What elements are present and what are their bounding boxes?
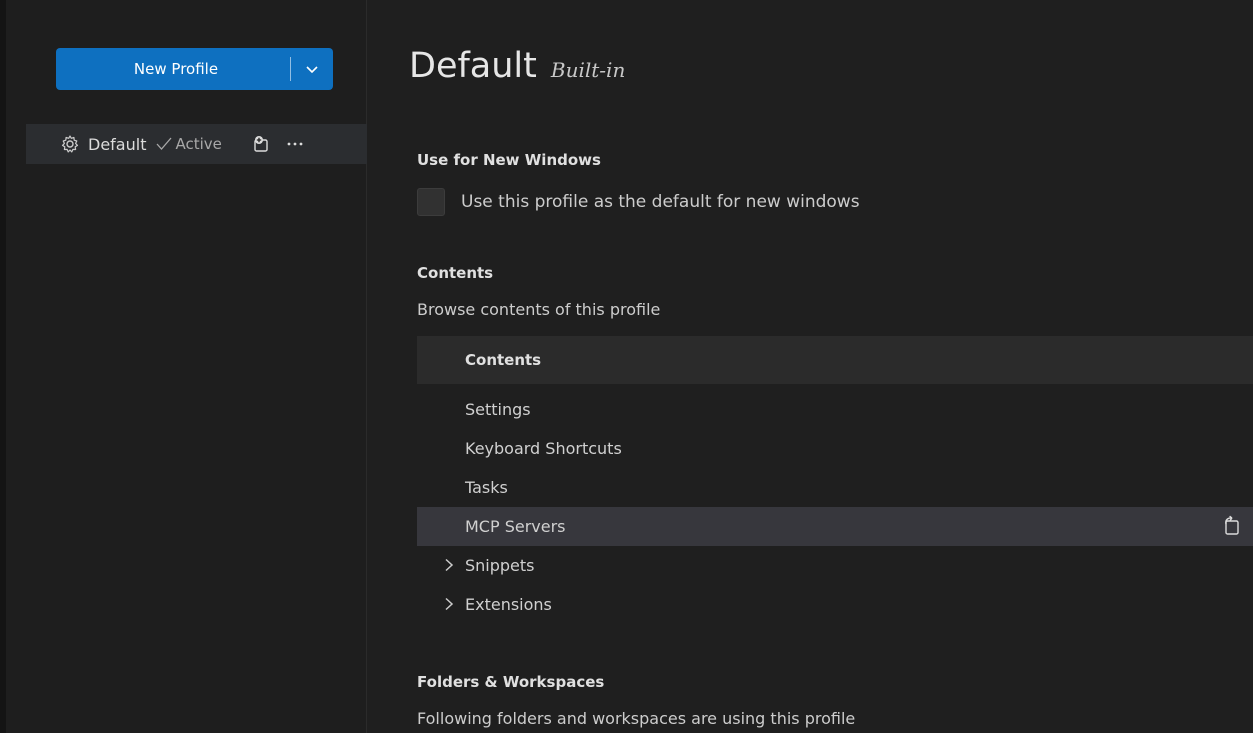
contents-row-extensions[interactable]: Extensions [417, 585, 1253, 624]
new-profile-label: New Profile [133, 60, 219, 78]
new-profile-dropdown[interactable] [291, 48, 333, 90]
profiles-sidebar: New Profile Default Active [6, 0, 367, 733]
ellipsis-icon [287, 142, 303, 146]
chevron-right-icon [445, 558, 454, 572]
folders-description: Following folders and workspaces are usi… [417, 709, 856, 728]
new-windows-heading: Use for New Windows [417, 151, 601, 169]
contents-row-tasks[interactable]: Tasks [417, 468, 1253, 507]
profile-details: Default Built-in Use for New Windows Use… [367, 0, 1253, 733]
more-actions-button[interactable] [284, 133, 306, 155]
contents-row-snippets[interactable]: Snippets [417, 546, 1253, 585]
contents-row-keyboard-shortcuts[interactable]: Keyboard Shortcuts [417, 429, 1253, 468]
active-badge: Active [156, 135, 222, 153]
table-header: Contents [417, 336, 1253, 384]
gear-icon [60, 134, 80, 154]
check-icon [156, 137, 172, 150]
folders-heading: Folders & Workspaces [417, 673, 605, 691]
profile-title: Default Built-in [409, 46, 625, 86]
new-profile-button[interactable]: New Profile [56, 48, 333, 90]
row-label: MCP Servers [465, 517, 566, 536]
new-window-icon [254, 136, 268, 152]
chevron-right-icon [445, 597, 454, 611]
contents-table: Contents Settings Keyboard Shortcuts Tas… [417, 336, 1253, 624]
chevron-down-icon [306, 66, 318, 74]
row-label: Settings [465, 400, 531, 419]
contents-row-settings[interactable]: Settings [417, 390, 1253, 429]
row-label: Snippets [465, 556, 535, 575]
open-file-icon[interactable] [1221, 515, 1243, 537]
new-window-button[interactable] [250, 133, 272, 155]
profile-actions [250, 133, 306, 155]
default-for-new-windows[interactable]: Use this profile as the default for new … [417, 188, 860, 216]
profile-item-default[interactable]: Default Active [26, 124, 367, 164]
contents-heading: Contents [417, 264, 494, 282]
profile-name: Default [88, 134, 147, 154]
page-title: Default [409, 46, 537, 86]
default-window-checkbox[interactable] [417, 188, 445, 216]
row-label: Extensions [465, 595, 552, 614]
profiles-editor: New Profile Default Active Default Built… [0, 0, 1253, 733]
row-label: Keyboard Shortcuts [465, 439, 622, 458]
active-label: Active [175, 135, 222, 153]
row-label: Tasks [465, 478, 508, 497]
contents-description: Browse contents of this profile [417, 300, 661, 319]
checkbox-label: Use this profile as the default for new … [461, 192, 860, 212]
contents-row-mcp-servers[interactable]: MCP Servers [417, 507, 1253, 546]
page-subtitle: Built-in [550, 58, 626, 82]
